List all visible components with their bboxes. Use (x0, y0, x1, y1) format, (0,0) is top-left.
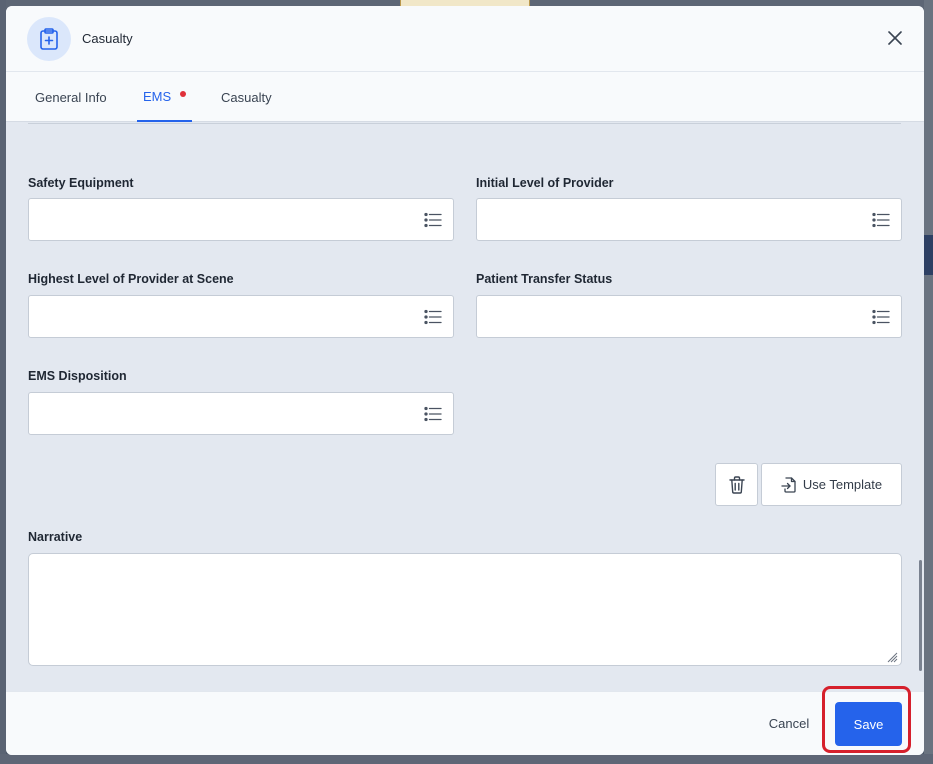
highest-level-provider-select[interactable] (28, 295, 454, 338)
tab-general-info[interactable]: General Info (35, 72, 107, 122)
narrative-label: Narrative (28, 530, 83, 544)
tab-casualty[interactable]: Casualty (221, 72, 272, 122)
casualty-modal: Casualty General Info EMS Casualty Safet… (6, 6, 924, 755)
modal-header: Casualty (6, 6, 924, 72)
modal-title: Casualty (82, 31, 133, 46)
scrollbar[interactable] (916, 122, 924, 691)
backdrop-right (924, 0, 933, 764)
save-button[interactable]: Save (835, 702, 902, 746)
trash-icon (728, 475, 745, 494)
ems-disposition-label: EMS Disposition (28, 369, 127, 383)
close-icon[interactable] (886, 29, 904, 47)
scrollbar-thumb[interactable] (919, 560, 922, 671)
cancel-button[interactable]: Cancel (756, 710, 822, 736)
patient-transfer-status-select[interactable] (476, 295, 902, 338)
patient-transfer-status-label: Patient Transfer Status (476, 272, 613, 286)
list-icon (872, 309, 890, 325)
divider (28, 123, 901, 124)
clipboard-medical-icon (27, 17, 71, 61)
initial-level-provider-label: Initial Level of Provider (476, 176, 614, 190)
list-icon (872, 212, 890, 228)
initial-level-provider-select[interactable] (476, 198, 902, 241)
narrative-textarea[interactable] (28, 553, 902, 666)
list-icon (424, 309, 442, 325)
tab-label: EMS (143, 88, 172, 104)
delete-button[interactable] (715, 463, 758, 506)
list-icon (424, 406, 442, 422)
list-icon (424, 212, 442, 228)
tab-label: Casualty (221, 89, 272, 105)
safety-equipment-select[interactable] (28, 198, 454, 241)
tab-indicator-dot (180, 91, 187, 97)
tab-label: General Info (35, 89, 107, 105)
safety-equipment-label: Safety Equipment (28, 176, 134, 190)
form-body: Safety Equipment Initial Level of Provid… (6, 122, 924, 691)
tab-bar: General Info EMS Casualty (6, 72, 924, 122)
ems-disposition-select[interactable] (28, 392, 454, 435)
use-template-button[interactable]: Use Template (761, 463, 902, 506)
backdrop-bottom (0, 754, 933, 764)
tab-ems[interactable]: EMS (137, 72, 193, 122)
resize-handle-icon[interactable] (886, 651, 898, 663)
modal-footer: Cancel Save (6, 691, 924, 755)
highest-level-provider-label: Highest Level of Provider at Scene (28, 272, 234, 286)
use-template-label: Use Template (802, 477, 883, 492)
file-import-icon (781, 476, 796, 493)
